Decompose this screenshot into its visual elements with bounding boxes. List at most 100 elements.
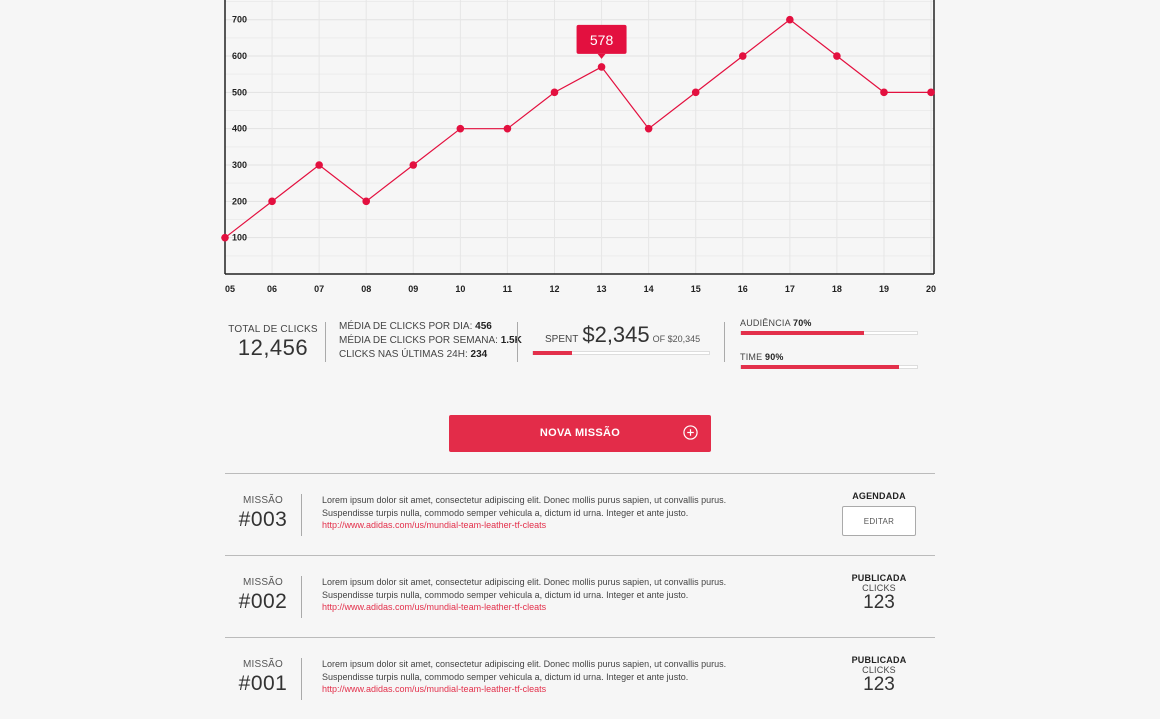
y-tick-label: 100 [232, 233, 247, 243]
mission-status-area: PUBLICADA CLICKS 123 [829, 573, 929, 613]
total-clicks: TOTAL DE CLICKS 12,456 [228, 318, 318, 361]
audience-progress-fill [741, 331, 865, 335]
mission-row: MISSÃO #002 Lorem ipsum dolor sit amet, … [225, 555, 935, 637]
divider [325, 322, 326, 362]
data-point [738, 52, 747, 60]
divider [301, 576, 302, 618]
total-clicks-value: 12,456 [237, 335, 309, 360]
mission-label: MISSÃO [242, 577, 284, 588]
last24-clicks: CLICKS NAS ÚLTIMAS 24H: 234 [339, 349, 488, 360]
data-point [644, 124, 653, 133]
click-averages: MÉDIA DE CLICKS POR DIA: 456 MÉDIA DE CL… [339, 320, 522, 362]
time-label: TIME 90% [740, 352, 784, 362]
audience-label: AUDIÊNCIA 70% [740, 318, 812, 328]
data-point [362, 197, 371, 206]
mission-status-area: AGENDADA EDITAR [829, 491, 929, 536]
mission-description: Lorem ipsum dolor sit amet, consectetur … [322, 494, 762, 532]
x-tick-label: 13 [597, 284, 607, 294]
tooltip-label: 578 [590, 32, 614, 48]
data-point [691, 88, 700, 97]
spent-progress-bar [532, 351, 710, 355]
mission-status: PUBLICADA [851, 573, 907, 583]
divider [724, 322, 725, 362]
audience-time-bars: AUDIÊNCIA 70% TIME 90% [740, 318, 918, 386]
data-point [315, 161, 323, 169]
time-progress-fill [741, 365, 900, 369]
data-point [456, 124, 465, 133]
spent-total: OF $20,345 [652, 334, 701, 344]
divider [301, 658, 302, 700]
clicks-line-chart: 100 200 300 400 500 600 700 05 06 07 08 09 10 11 12 13… [221, 0, 936, 294]
mission-clicks-value: 123 [863, 674, 895, 695]
mission-number: #002 [238, 590, 288, 613]
mission-status-area: PUBLICADA CLICKS 123 [829, 655, 929, 695]
x-tick-label: 09 [408, 284, 418, 294]
chart-tooltip: 578 [576, 24, 627, 59]
x-tick-label: 08 [361, 284, 371, 294]
y-tick-label: 200 [232, 196, 247, 206]
edit-button[interactable]: EDITAR [842, 506, 916, 536]
plus-circle-icon [683, 425, 698, 440]
audience-progress-bar [740, 331, 918, 335]
mission-label: MISSÃO [242, 495, 284, 506]
mission-id: MISSÃO #001 [225, 659, 301, 696]
x-tick-label: 19 [879, 284, 889, 294]
mission-row: MISSÃO #003 Lorem ipsum dolor sit amet, … [225, 473, 935, 555]
mission-link[interactable]: http://www.adidas.com/us/mundial-team-le… [322, 601, 762, 614]
data-point [833, 52, 841, 60]
mission-label: MISSÃO [242, 659, 284, 670]
divider [517, 322, 518, 362]
time-progress-bar [740, 365, 918, 369]
x-tick-label: 12 [549, 284, 559, 294]
spent-label: SPENT [545, 334, 579, 345]
x-tick-label: 11 [503, 284, 513, 294]
x-tick-label: 07 [314, 284, 324, 294]
mission-number: #003 [238, 508, 288, 531]
data-point [221, 233, 229, 242]
daily-average: MÉDIA DE CLICKS POR DIA: 456 [339, 321, 492, 332]
mission-link[interactable]: http://www.adidas.com/us/mundial-team-le… [322, 519, 762, 532]
mission-text: Lorem ipsum dolor sit amet, consectetur … [322, 577, 727, 600]
y-tick-label: 600 [232, 51, 247, 61]
mission-link[interactable]: http://www.adidas.com/us/mundial-team-le… [322, 683, 762, 696]
new-mission-label: NOVA MISSÃO [539, 427, 621, 439]
data-point [786, 15, 794, 24]
mission-text: Lorem ipsum dolor sit amet, consectetur … [322, 659, 727, 682]
weekly-average: MÉDIA DE CLICKS POR SEMANA: 1.5K [339, 335, 522, 346]
x-tick-label: 06 [267, 284, 277, 294]
data-point [409, 161, 418, 169]
x-tick-label: 05 [225, 284, 235, 294]
spent-budget: SPENT $2,345 OF $20,345 [532, 322, 712, 355]
spent-value: $2,345 [582, 322, 650, 347]
x-tick-label: 17 [785, 284, 795, 294]
mission-text: Lorem ipsum dolor sit amet, consectetur … [322, 495, 727, 518]
x-tick-label: 14 [644, 284, 654, 294]
data-point [880, 88, 888, 97]
x-tick-label: 18 [832, 284, 842, 294]
y-tick-label: 500 [232, 87, 247, 97]
mission-row: MISSÃO #001 Lorem ipsum dolor sit amet, … [225, 637, 935, 719]
spent-progress-fill [533, 351, 572, 355]
mission-status: PUBLICADA [851, 655, 907, 665]
mission-description: Lorem ipsum dolor sit amet, consectetur … [322, 576, 762, 614]
x-tick-label: 16 [738, 284, 748, 294]
data-point [927, 88, 935, 97]
x-tick-label: 15 [691, 284, 701, 294]
mission-list: MISSÃO #003 Lorem ipsum dolor sit amet, … [225, 473, 935, 719]
data-point [550, 88, 559, 97]
data-point [268, 197, 276, 206]
stats-bar: TOTAL DE CLICKS 12,456 MÉDIA DE CLICKS P… [0, 318, 1160, 378]
mission-clicks-value: 123 [863, 592, 895, 613]
mission-description: Lorem ipsum dolor sit amet, consectetur … [322, 658, 762, 696]
mission-id: MISSÃO #003 [225, 495, 301, 532]
x-tick-label: 10 [455, 284, 465, 294]
divider [301, 494, 302, 536]
y-tick-label: 400 [232, 124, 247, 134]
y-axis-ticks: 100 200 300 400 500 600 700 [232, 15, 247, 243]
y-tick-label: 300 [232, 160, 247, 170]
new-mission-button[interactable]: NOVA MISSÃO [449, 415, 711, 452]
y-tick-label: 700 [232, 15, 247, 25]
total-clicks-label: TOTAL DE CLICKS [228, 324, 318, 335]
mission-number: #001 [238, 672, 288, 695]
x-axis-ticks: 05 06 07 08 09 10 11 12 13 14 15 16 17 18 19 20 [225, 284, 936, 294]
